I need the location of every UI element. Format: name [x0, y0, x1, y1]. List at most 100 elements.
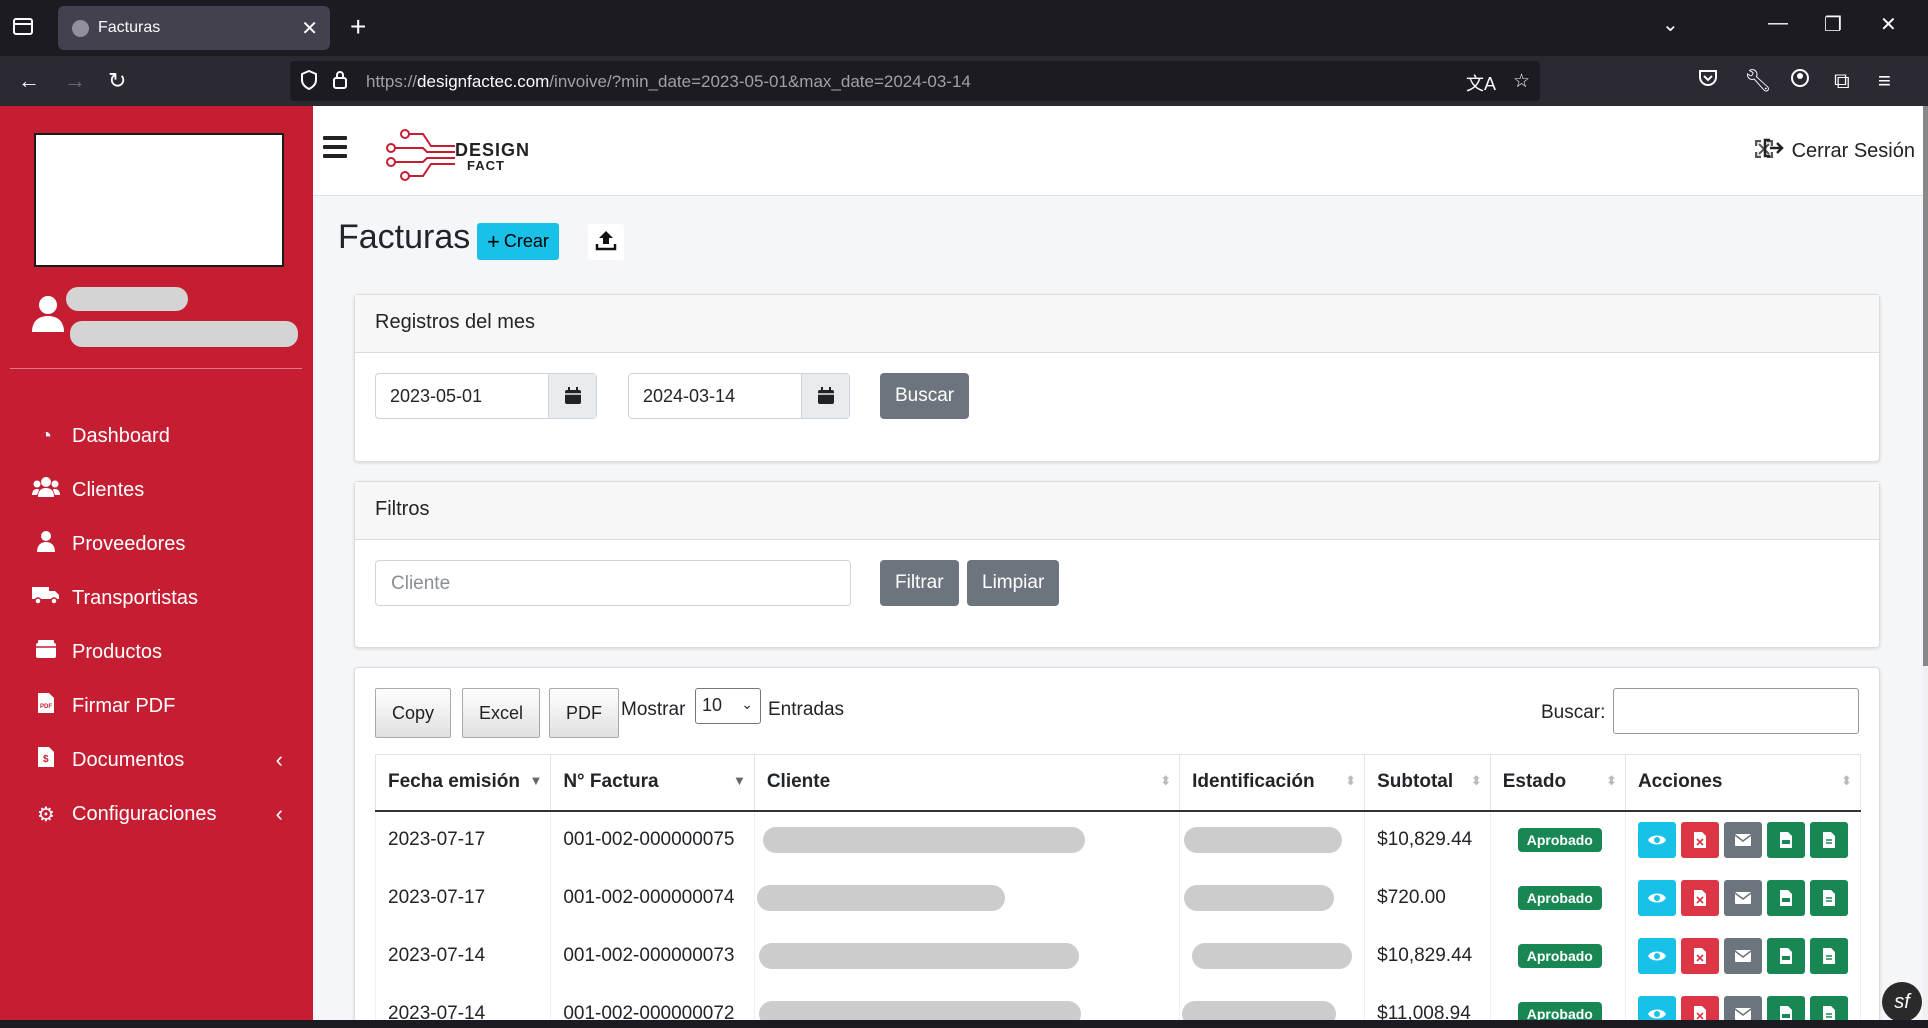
wrench-icon[interactable]: 🔧︎	[1744, 68, 1772, 94]
send-email-button[interactable]	[1723, 879, 1762, 916]
chevron-left-icon: ‹	[275, 801, 283, 826]
pdf-export-button[interactable]: PDF	[549, 688, 619, 738]
document-file-button[interactable]	[1809, 937, 1848, 974]
send-email-button[interactable]	[1723, 822, 1762, 858]
new-tab-icon[interactable]: +	[350, 11, 366, 43]
send-email-button[interactable]	[1723, 937, 1762, 974]
logout-button[interactable]: Cerrar Sesión	[1762, 138, 1915, 164]
sidebar-item-documentos[interactable]: $ Documentos ‹	[0, 738, 313, 782]
column-header-date[interactable]: Fecha emisión ▼	[374, 754, 552, 812]
xml-file-button[interactable]	[1680, 879, 1719, 916]
excel-button[interactable]: Excel	[462, 688, 541, 738]
cell-invoice-number: 001-002-000000073	[550, 926, 755, 985]
sort-icon: ⬍	[1345, 773, 1357, 788]
column-header-label: Cliente	[766, 771, 831, 793]
lock-icon[interactable]	[332, 70, 348, 96]
sidebar-item-proveedores[interactable]: Proveedores	[0, 522, 313, 566]
shield-icon[interactable]	[300, 69, 318, 96]
upload-button[interactable]	[588, 224, 624, 260]
hamburger-menu-icon[interactable]	[323, 136, 347, 158]
filter-button[interactable]: Filtrar	[880, 560, 959, 606]
create-invoice-button[interactable]: + Crear	[477, 223, 559, 260]
top-header: DESIGN FACT Cerrar Sesión	[313, 106, 1923, 196]
pdf-file-button[interactable]	[1766, 879, 1805, 916]
column-header-number[interactable]: N° Factura ▼	[550, 754, 755, 812]
page-scrollbar[interactable]	[1923, 106, 1928, 1028]
sidebar-item-firmar-pdf[interactable]: PDF Firmar PDF	[0, 684, 313, 728]
column-header-status[interactable]: Estado ⬍	[1489, 754, 1626, 812]
url-text: https://designfactec.com/invoive/?min_da…	[366, 72, 971, 91]
document-file-button[interactable]	[1809, 879, 1848, 916]
user-email-placeholder	[70, 321, 298, 347]
document-file-button[interactable]	[1809, 822, 1848, 858]
table-search-input[interactable]	[1613, 688, 1859, 734]
identification-placeholder	[1184, 827, 1343, 853]
sidebar-item-label: Clientes	[72, 478, 145, 501]
view-button[interactable]	[1637, 879, 1676, 916]
clear-button[interactable]: Limpiar	[967, 560, 1060, 606]
min-date-input[interactable]: 2023-05-01	[375, 373, 597, 419]
pocket-icon[interactable]	[1698, 68, 1718, 94]
xml-file-icon	[1693, 832, 1706, 848]
list-all-tabs-icon[interactable]	[12, 16, 38, 40]
xml-file-button[interactable]	[1680, 937, 1719, 974]
svg-text:$: $	[43, 754, 49, 765]
sidebar-item-productos[interactable]: Productos	[0, 630, 313, 674]
app-menu-icon[interactable]: ≡	[1878, 68, 1891, 94]
view-button[interactable]	[1637, 937, 1676, 974]
tab-overflow-chevron-icon[interactable]: ⌄	[1662, 12, 1679, 37]
sidebar-item-clientes[interactable]: Clientes	[0, 468, 313, 512]
extensions-icon[interactable]: ⧉	[1834, 68, 1850, 94]
view-button[interactable]	[1637, 822, 1676, 858]
sidebar-item-dashboard[interactable]: ◔ Dashboard	[0, 414, 313, 458]
account-icon[interactable]	[1790, 68, 1810, 94]
cell-actions	[1624, 810, 1862, 869]
bookmark-star-icon[interactable]: ☆	[1513, 70, 1530, 93]
max-date-input[interactable]: 2024-03-14	[628, 373, 850, 419]
eye-icon	[1647, 951, 1666, 960]
browser-tab[interactable]: Facturas ✕	[58, 6, 330, 50]
column-header-id[interactable]: Identificación ⬍	[1179, 754, 1366, 812]
minimize-icon[interactable]: —	[1768, 12, 1788, 35]
client-name-placeholder	[762, 827, 1085, 853]
translate-icon[interactable]: 文A	[1466, 70, 1496, 96]
column-header-actions[interactable]: Acciones ⬍	[1624, 754, 1862, 812]
reload-icon[interactable]: ↻	[108, 68, 126, 94]
copy-button[interactable]: Copy	[375, 688, 452, 738]
calendar-icon[interactable]	[801, 374, 849, 418]
invoice-file-icon: $	[32, 746, 60, 774]
eye-icon	[1647, 893, 1666, 902]
column-header-client[interactable]: Cliente ⬍	[753, 754, 1181, 812]
column-header-subtotal[interactable]: Subtotal ⬍	[1364, 754, 1491, 812]
close-tab-icon[interactable]: ✕	[301, 16, 318, 41]
page-size-select[interactable]: 10 ⌄	[695, 688, 761, 724]
sort-icon: ⬍	[1841, 773, 1852, 788]
sidebar-item-label: Dashboard	[72, 424, 170, 447]
sidebar-item-label: Proveedores	[72, 532, 186, 555]
pdf-file-icon	[1779, 947, 1792, 964]
calendar-icon[interactable]	[548, 374, 596, 418]
upload-icon	[595, 229, 617, 256]
xml-file-button[interactable]	[1680, 822, 1719, 858]
pdf-file-button[interactable]	[1766, 937, 1805, 974]
status-badge: Aprobado	[1517, 828, 1602, 852]
sidebar-item-configuraciones[interactable]: ⚙ Configuraciones ‹	[0, 792, 313, 836]
create-label: Crear	[503, 231, 549, 251]
restore-icon[interactable]: ❐	[1824, 12, 1842, 37]
scrollbar-thumb[interactable]	[1923, 106, 1928, 666]
client-filter-input[interactable]: Cliente	[375, 560, 851, 606]
back-icon[interactable]: ←	[18, 68, 40, 94]
close-window-icon[interactable]: ✕	[1880, 12, 1897, 37]
url-bar[interactable]: https://designfactec.com/invoive/?min_da…	[290, 61, 1540, 101]
user-tie-icon	[32, 530, 60, 558]
sidebar-item-transportistas[interactable]: Transportistas	[0, 576, 313, 620]
column-header-label: Acciones	[1637, 771, 1723, 793]
symfony-debug-icon[interactable]: sf	[1882, 982, 1922, 1022]
forward-icon[interactable]: →	[64, 68, 86, 94]
search-dates-button[interactable]: Buscar	[880, 373, 970, 419]
column-header-label: N° Factura	[563, 771, 659, 793]
tab-title: Facturas	[98, 19, 161, 36]
file-icon	[1822, 832, 1835, 848]
pdf-file-button[interactable]	[1766, 822, 1805, 858]
chevron-down-icon: ⌄	[741, 696, 753, 712]
